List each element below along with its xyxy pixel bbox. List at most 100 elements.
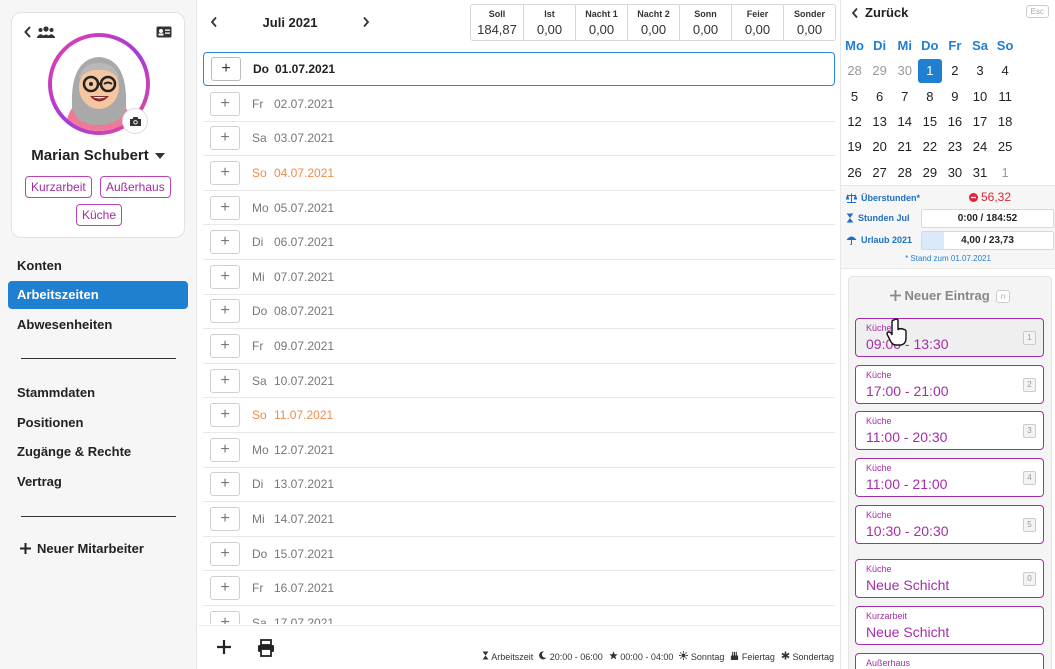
calendar-day[interactable]: 30 [892, 63, 917, 78]
nav-arbeitszeiten[interactable]: Arbeitszeiten [8, 281, 188, 309]
calendar-day[interactable]: 26 [842, 165, 867, 180]
calendar-day[interactable]: 1 [993, 165, 1018, 180]
day-row[interactable]: + Sa 17.07.2021 [203, 606, 835, 624]
day-row[interactable]: + Do 01.07.2021 [203, 52, 835, 86]
id-card-icon[interactable] [156, 26, 172, 38]
calendar-day[interactable]: 3 [967, 63, 992, 78]
shift-template-card[interactable]: Küche 09:00 - 13:30 1 [855, 318, 1044, 357]
day-row[interactable]: + Mi 07.07.2021 [203, 260, 835, 295]
next-month-button[interactable] [362, 16, 370, 28]
calendar-day[interactable]: 9 [942, 89, 967, 104]
calendar-day[interactable]: 29 [867, 63, 892, 78]
nav-zugaenge-rechte[interactable]: Zugänge & Rechte [8, 438, 188, 466]
shift-template-card[interactable]: Küche 17:00 - 21:00 2 [855, 365, 1044, 404]
nav-positionen[interactable]: Positionen [8, 409, 188, 437]
calendar-day[interactable]: 28 [842, 63, 867, 78]
back-to-team-button[interactable] [24, 26, 55, 38]
nav-stammdaten[interactable]: Stammdaten [8, 379, 188, 407]
day-row[interactable]: + So 04.07.2021 [203, 156, 835, 191]
calendar-day[interactable]: 14 [892, 114, 917, 129]
add-day-entry-button[interactable]: + [210, 91, 240, 116]
change-photo-button[interactable] [122, 108, 148, 134]
calendar-day[interactable]: 7 [892, 89, 917, 104]
add-day-entry-button[interactable]: + [210, 299, 240, 324]
day-row[interactable]: + Sa 10.07.2021 [203, 364, 835, 399]
calendar-day[interactable]: 12 [842, 114, 867, 129]
tag-kurzarbeit[interactable]: Kurzarbeit [25, 176, 92, 198]
nav-abwesenheiten[interactable]: Abwesenheiten [8, 311, 188, 339]
shift-template-card[interactable]: Küche Neue Schicht 0 [855, 559, 1044, 598]
calendar-day[interactable]: 20 [867, 139, 892, 154]
day-row[interactable]: + Fr 09.07.2021 [203, 329, 835, 364]
calendar-day[interactable]: 13 [867, 114, 892, 129]
calendar-day[interactable]: 17 [967, 114, 992, 129]
calendar-weekday: So [996, 38, 1014, 54]
day-row[interactable]: + Do 08.07.2021 [203, 295, 835, 330]
calendar-day[interactable]: 21 [892, 139, 917, 154]
day-row[interactable]: + So 11.07.2021 [203, 398, 835, 433]
add-day-entry-button[interactable]: + [211, 57, 241, 81]
day-row[interactable]: + Mi 14.07.2021 [203, 502, 835, 537]
prev-month-button[interactable] [210, 16, 218, 28]
add-day-entry-button[interactable]: + [210, 264, 240, 289]
add-day-entry-button[interactable]: + [210, 230, 240, 255]
back-button[interactable]: Zurück [851, 5, 908, 20]
shift-template-card[interactable]: Kurzarbeit Neue Schicht [855, 606, 1044, 645]
nav-konten[interactable]: Konten [8, 252, 188, 280]
add-day-entry-button[interactable]: + [210, 160, 240, 185]
shift-template-card[interactable]: Küche 11:00 - 21:00 4 [855, 458, 1044, 497]
add-day-entry-button[interactable]: + [210, 506, 240, 531]
calendar-day[interactable]: 19 [842, 139, 867, 154]
calendar-day[interactable]: 15 [917, 114, 942, 129]
calendar-day[interactable]: 8 [917, 89, 942, 104]
add-day-entry-button[interactable]: + [210, 126, 240, 151]
employee-name-dropdown[interactable]: Marian Schubert [12, 147, 184, 164]
add-day-entry-button[interactable]: + [210, 610, 240, 624]
add-day-entry-button[interactable]: + [210, 403, 240, 428]
calendar-day[interactable]: 5 [842, 89, 867, 104]
calendar-day[interactable]: 30 [942, 165, 967, 180]
calendar-day[interactable]: 11 [993, 89, 1018, 104]
calendar-day[interactable]: 27 [867, 165, 892, 180]
calendar-day[interactable]: 28 [892, 165, 917, 180]
calendar-day-selected[interactable]: 1 [917, 58, 942, 83]
add-day-entry-button[interactable]: + [210, 333, 240, 358]
calendar-day[interactable]: 29 [917, 165, 942, 180]
add-day-entry-button[interactable]: + [210, 437, 240, 462]
shift-template-card[interactable]: Küche 11:00 - 20:30 3 [855, 411, 1044, 450]
calendar-day[interactable]: 2 [942, 63, 967, 78]
calendar-day[interactable]: 6 [867, 89, 892, 104]
day-row[interactable]: + Di 06.07.2021 [203, 225, 835, 260]
tag-kueche[interactable]: Küche [76, 204, 123, 226]
tag-ausserhaus[interactable]: Außerhaus [100, 176, 171, 198]
add-day-entry-button[interactable]: + [210, 195, 240, 220]
day-row[interactable]: + Fr 02.07.2021 [203, 87, 835, 122]
calendar-day[interactable]: 22 [917, 139, 942, 154]
add-day-entry-button[interactable]: + [210, 541, 240, 566]
calendar-day[interactable]: 31 [967, 165, 992, 180]
day-weekday: Di [252, 477, 264, 492]
print-button[interactable] [257, 639, 275, 657]
add-entry-button[interactable] [215, 637, 233, 657]
shift-template-card[interactable]: Küche 10:30 - 20:30 5 [855, 505, 1044, 544]
add-day-entry-button[interactable]: + [210, 472, 240, 497]
calendar-day[interactable]: 18 [993, 114, 1018, 129]
day-row[interactable]: + Sa 03.07.2021 [203, 122, 835, 157]
add-day-entry-button[interactable]: + [210, 368, 240, 393]
calendar-day[interactable]: 23 [942, 139, 967, 154]
nav-vertrag[interactable]: Vertrag [8, 468, 188, 496]
calendar-day[interactable]: 10 [967, 89, 992, 104]
add-day-entry-button[interactable]: + [210, 576, 240, 601]
new-entry-button[interactable]: Neuer Eintrag n [849, 288, 1051, 304]
calendar-day[interactable]: 25 [993, 139, 1018, 154]
calendar-day[interactable]: 4 [993, 63, 1018, 78]
calendar-day[interactable]: 16 [942, 114, 967, 129]
day-row[interactable]: + Do 15.07.2021 [203, 537, 835, 572]
day-row[interactable]: + Mo 12.07.2021 [203, 433, 835, 468]
day-row[interactable]: + Mo 05.07.2021 [203, 191, 835, 226]
calendar-day[interactable]: 24 [967, 139, 992, 154]
shift-template-card[interactable]: Außerhaus [855, 653, 1044, 669]
day-row[interactable]: + Di 13.07.2021 [203, 468, 835, 503]
new-employee-button[interactable]: Neuer Mitarbeiter [20, 541, 144, 556]
day-row[interactable]: + Fr 16.07.2021 [203, 571, 835, 606]
